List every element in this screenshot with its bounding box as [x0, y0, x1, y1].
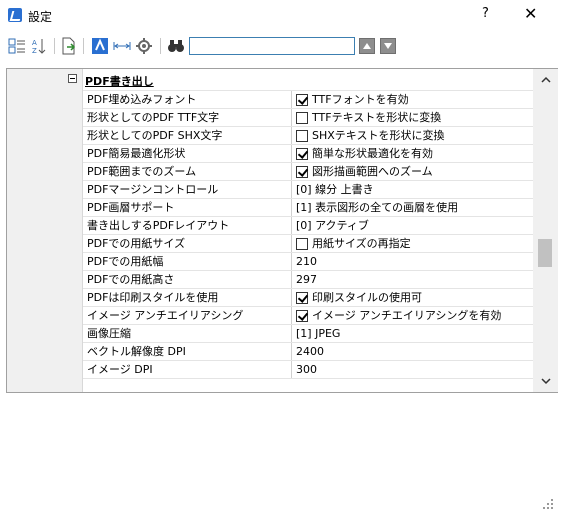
property-row[interactable]: 形状としてのPDF TTF文字 TTFテキストを形状に変換: [83, 109, 533, 127]
checkbox-label: 用紙サイズの再指定: [312, 237, 411, 250]
title-bar: 設定 ? ✕: [0, 0, 570, 30]
property-value[interactable]: 210: [292, 253, 533, 270]
window-title: 設定: [28, 10, 53, 24]
property-name: PDF埋め込みフォント: [83, 91, 292, 108]
search-down-button[interactable]: [380, 38, 396, 54]
scroll-up-icon[interactable]: [541, 75, 551, 85]
property-name: 書き出しするPDFレイアウト: [83, 217, 292, 234]
scrollbar-thumb[interactable]: [538, 239, 552, 268]
property-value[interactable]: [0] 線分 上書き: [292, 181, 533, 198]
property-name: PDF範囲までのズーム: [83, 163, 292, 180]
checkbox[interactable]: [296, 238, 308, 250]
property-checkbox-value[interactable]: イメージ アンチエイリアシングを有効: [292, 307, 533, 324]
binoculars-icon[interactable]: [167, 37, 185, 55]
dimension-icon[interactable]: [113, 37, 131, 55]
property-row[interactable]: PDF画層サポート [1] 表示図形の全ての画層を使用: [83, 199, 533, 217]
checkbox[interactable]: [296, 292, 308, 304]
svg-text:A: A: [32, 39, 37, 47]
property-value[interactable]: 297: [292, 271, 533, 288]
arrow-down-icon: [384, 43, 392, 49]
property-name: イメージ DPI: [83, 361, 292, 378]
toolbar-separator: [160, 38, 161, 54]
property-name: PDF簡易最適化形状: [83, 145, 292, 162]
property-row[interactable]: PDFマージンコントロール [0] 線分 上書き: [83, 181, 533, 199]
property-name: PDFマージンコントロール: [83, 181, 292, 198]
search-input[interactable]: [189, 37, 355, 55]
property-row[interactable]: PDF埋め込みフォント TTFフォントを有効: [83, 91, 533, 109]
property-row[interactable]: PDFでの用紙幅 210: [83, 253, 533, 271]
property-checkbox-value[interactable]: 図形描画範囲へのズーム: [292, 163, 533, 180]
search-up-button[interactable]: [359, 38, 375, 54]
close-button[interactable]: ✕: [524, 4, 537, 23]
checkbox[interactable]: [296, 94, 308, 106]
property-row[interactable]: PDFは印刷スタイルを使用 印刷スタイルの使用可: [83, 289, 533, 307]
scroll-down-icon[interactable]: [541, 376, 551, 386]
app-logo-icon[interactable]: [91, 37, 109, 55]
property-name: PDFでの用紙高さ: [83, 271, 292, 288]
property-row[interactable]: イメージ DPI 300: [83, 361, 533, 379]
property-value[interactable]: 2400: [292, 343, 533, 360]
app-icon: [8, 8, 22, 22]
checkbox[interactable]: [296, 166, 308, 178]
checkbox-label: 簡単な形状最適化を有効: [312, 147, 433, 160]
section-header[interactable]: PDF書き出し: [68, 69, 533, 91]
checkbox-label: 印刷スタイルの使用可: [312, 291, 422, 304]
property-row[interactable]: ベクトル解像度 DPI 2400: [83, 343, 533, 361]
property-name: PDFでの用紙幅: [83, 253, 292, 270]
toolbar-separator: [54, 38, 55, 54]
settings-gear-icon[interactable]: [135, 37, 153, 55]
property-name: 形状としてのPDF SHX文字: [83, 127, 292, 144]
checkbox[interactable]: [296, 112, 308, 124]
help-button[interactable]: ?: [482, 6, 489, 21]
property-value[interactable]: [1] 表示図形の全ての画層を使用: [292, 199, 533, 216]
checkbox[interactable]: [296, 148, 308, 160]
checkbox-label: TTFテキストを形状に変換: [312, 111, 442, 124]
checkbox-label: 図形描画範囲へのズーム: [312, 165, 433, 178]
categorized-view-icon[interactable]: [8, 37, 26, 55]
property-rows: PDF書き出し PDF埋め込みフォント TTFフォントを有効形状としてのPDF T…: [68, 69, 533, 379]
property-name: PDF画層サポート: [83, 199, 292, 216]
property-name: 形状としてのPDF TTF文字: [83, 109, 292, 126]
property-name: イメージ アンチエイリアシング: [83, 307, 292, 324]
grid-margin: [7, 69, 83, 392]
section-title: PDF書き出し: [85, 75, 154, 88]
checkbox-label: SHXテキストを形状に変換: [312, 129, 445, 142]
property-value[interactable]: [1] JPEG: [292, 325, 533, 342]
arrow-up-icon: [363, 43, 371, 49]
svg-text:Z: Z: [32, 47, 37, 55]
property-row[interactable]: PDFでの用紙高さ 297: [83, 271, 533, 289]
property-checkbox-value[interactable]: 印刷スタイルの使用可: [292, 289, 533, 306]
checkbox-label: TTFフォントを有効: [312, 93, 409, 106]
export-icon[interactable]: [60, 37, 78, 55]
property-checkbox-value[interactable]: TTFフォントを有効: [292, 91, 533, 108]
property-checkbox-value[interactable]: 用紙サイズの再指定: [292, 235, 533, 252]
property-row[interactable]: PDF範囲までのズーム 図形描画範囲へのズーム: [83, 163, 533, 181]
checkbox-label: イメージ アンチエイリアシングを有効: [312, 309, 502, 322]
toolbar-separator: [83, 38, 84, 54]
property-grid: PDF書き出し PDF埋め込みフォント TTFフォントを有効形状としてのPDF T…: [6, 68, 558, 393]
checkbox[interactable]: [296, 130, 308, 142]
vertical-scrollbar[interactable]: [533, 69, 558, 392]
resize-grip-icon[interactable]: [543, 499, 555, 511]
property-checkbox-value[interactable]: SHXテキストを形状に変換: [292, 127, 533, 144]
property-row[interactable]: 書き出しするPDFレイアウト [0] アクティブ: [83, 217, 533, 235]
checkbox[interactable]: [296, 310, 308, 322]
property-name: 画像圧縮: [83, 325, 292, 342]
property-row[interactable]: 形状としてのPDF SHX文字 SHXテキストを形状に変換: [83, 127, 533, 145]
property-name: ベクトル解像度 DPI: [83, 343, 292, 360]
property-row[interactable]: イメージ アンチエイリアシング イメージ アンチエイリアシングを有効: [83, 307, 533, 325]
property-row[interactable]: PDFでの用紙サイズ 用紙サイズの再指定: [83, 235, 533, 253]
property-value[interactable]: [0] アクティブ: [292, 217, 533, 234]
toolbar: AZ: [0, 30, 570, 62]
property-name: PDFは印刷スタイルを使用: [83, 289, 292, 306]
property-row[interactable]: 画像圧縮 [1] JPEG: [83, 325, 533, 343]
collapse-icon[interactable]: [68, 74, 77, 83]
property-checkbox-value[interactable]: TTFテキストを形状に変換: [292, 109, 533, 126]
property-value[interactable]: 300: [292, 361, 533, 378]
property-row[interactable]: PDF簡易最適化形状 簡単な形状最適化を有効: [83, 145, 533, 163]
alphabetical-view-icon[interactable]: AZ: [31, 37, 49, 55]
property-checkbox-value[interactable]: 簡単な形状最適化を有効: [292, 145, 533, 162]
property-name: PDFでの用紙サイズ: [83, 235, 292, 252]
